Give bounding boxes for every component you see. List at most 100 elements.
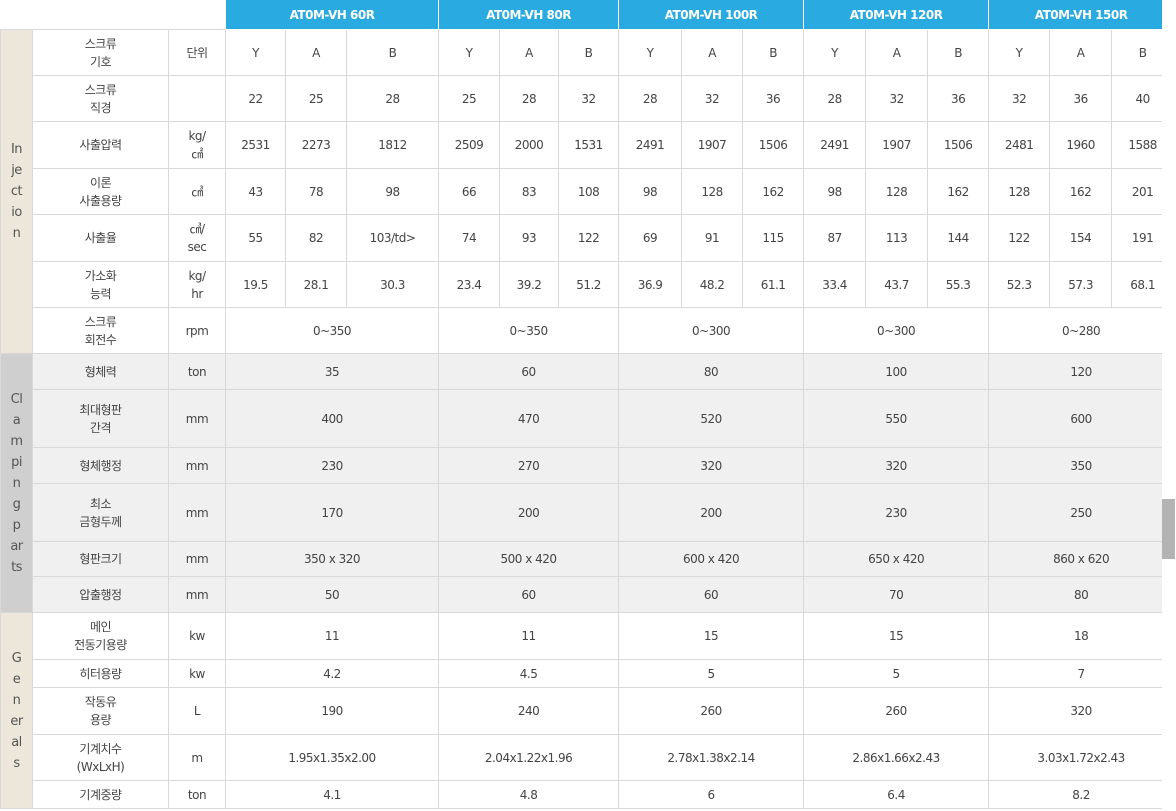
table-cell: B (345, 29, 440, 76)
table-cell: 35 (224, 353, 440, 390)
section-label-text: Injection (10, 142, 23, 241)
table-cell: 230 (803, 483, 990, 542)
table-cell: 6 (618, 780, 805, 809)
table-cell: 32 (558, 75, 620, 122)
table-cell: 2273 (285, 121, 347, 169)
section-label-injection: Injection (0, 29, 33, 354)
table-cell: 98 (618, 168, 683, 215)
table-cell: 19.5 (225, 261, 286, 308)
row-unit: ton (168, 780, 226, 809)
table-cell: 61.1 (742, 261, 805, 308)
table-cell: 154 (1049, 214, 1113, 262)
table-cell: 80 (618, 353, 805, 390)
table-cell: 860 x 620 (988, 541, 1175, 577)
table-cell: 100 (803, 353, 990, 390)
table-row: 사출율 ㎤/ sec 55 82 103/td> 74 93 122 69 91 115 87 113 1… (1, 214, 1175, 262)
table-cell: 650 x 420 (803, 541, 990, 577)
table-cell: 0~280 (988, 307, 1175, 354)
header-blank (0, 0, 226, 30)
row-label: 사출율 (32, 214, 169, 262)
table-cell: 550 (803, 389, 990, 448)
table-cell: 320 (803, 447, 990, 484)
table-cell: 33.4 (803, 261, 867, 308)
table-cell: 3.03x1.72x2.43 (988, 734, 1175, 781)
table-cell: Y (438, 29, 501, 76)
table-cell: 55 (225, 214, 286, 262)
table-row: 형판크기 mm 350 x 320 500 x 420 600 x 420 650 x 4… (1, 541, 1175, 577)
table-cell: 4.5 (438, 659, 620, 688)
table-cell: 2481 (988, 121, 1051, 169)
section-label-text: Generals (10, 650, 23, 771)
table-cell: 51.2 (558, 261, 620, 308)
row-unit: mm (168, 483, 226, 542)
table-cell: 2.04x1.22x1.96 (438, 734, 620, 781)
row-unit: mm (168, 447, 226, 484)
row-unit: ton (168, 353, 226, 390)
vertical-scrollbar[interactable] (1162, 0, 1176, 811)
row-label: 형체행정 (32, 447, 169, 484)
scrollbar-thumb[interactable] (1162, 499, 1175, 559)
table-cell: 108 (558, 168, 620, 215)
table-cell: 66 (438, 168, 501, 215)
row-label: 가소화 능력 (32, 261, 169, 308)
table-cell: A (499, 29, 560, 76)
row-label: 스크류 직경 (32, 75, 169, 122)
table-cell: 103/td> (345, 214, 440, 262)
table-cell: 4.2 (224, 659, 440, 688)
row-unit: kg/ hr (168, 261, 226, 308)
table-cell: 144 (927, 214, 990, 262)
table-cell: 60 (618, 576, 805, 613)
table-row: 기계중량 ton 4.1 4.8 6 6.4 8.2 (1, 780, 1175, 809)
table-cell: Y (225, 29, 286, 76)
table-cell: 32 (865, 75, 929, 122)
table-cell: 260 (618, 687, 805, 735)
row-unit: ㎤/ sec (168, 214, 226, 262)
table-cell: 15 (803, 612, 990, 660)
row-unit: mm (168, 576, 226, 613)
table-cell: 1960 (1049, 121, 1113, 169)
table-row: Generals 메인 전동기용량 kw 11 11 15 15 18 (0, 612, 1175, 809)
table-cell: 74 (438, 214, 501, 262)
table-cell: 600 (988, 389, 1175, 448)
row-unit: kw (168, 659, 226, 688)
row-unit: mm (168, 541, 226, 577)
table-cell: 22 (225, 75, 286, 122)
table-cell: 32 (681, 75, 744, 122)
table-cell: 69 (618, 214, 683, 262)
table-cell: 36 (742, 75, 805, 122)
table-cell: 36 (1049, 75, 1113, 122)
table-cell: 162 (927, 168, 990, 215)
table-cell: 2491 (803, 121, 867, 169)
table-cell: 240 (438, 687, 620, 735)
table-cell: 93 (499, 214, 560, 262)
table-cell: 52.3 (988, 261, 1051, 308)
table-cell: A (285, 29, 347, 76)
row-label: 기계치수 (WxLxH) (32, 734, 169, 781)
section-label-generals: Generals (0, 612, 33, 809)
spec-table: AT0M-VH 60R AT0M-VH 80R AT0M-VH 100R AT0… (0, 0, 1175, 809)
table-cell: 36 (927, 75, 990, 122)
table-cell: 200 (618, 483, 805, 542)
table-cell: 120 (988, 353, 1175, 390)
table-cell: B (742, 29, 805, 76)
table-cell: 350 (988, 447, 1175, 484)
row-label: 작동유 용량 (32, 687, 169, 735)
table-cell: 55.3 (927, 261, 990, 308)
table-cell: 82 (285, 214, 347, 262)
table-cell: B (927, 29, 990, 76)
table-cell: 43.7 (865, 261, 929, 308)
table-cell: 1.95x1.35x2.00 (224, 734, 440, 781)
table-cell: 122 (988, 214, 1051, 262)
table-cell: 11 (438, 612, 620, 660)
section-label-text: Clamping parts (10, 391, 25, 575)
row-unit: kw (168, 612, 226, 660)
table-cell: 2531 (225, 121, 286, 169)
row-label: 스크류 기호 (32, 29, 169, 76)
table-row: 기계치수 (WxLxH) m 1.95x1.35x2.00 2.04x1.22x1.9… (1, 734, 1175, 781)
table-cell: 1506 (927, 121, 990, 169)
row-label: 스크류 회전수 (32, 307, 169, 354)
table-row: 스크류 직경 22 25 28 25 28 32 28 32 36 28 32 36 32 36 40 (1, 75, 1175, 122)
row-unit: m (168, 734, 226, 781)
table-cell: 1907 (681, 121, 744, 169)
row-label: 기계중량 (32, 780, 169, 809)
